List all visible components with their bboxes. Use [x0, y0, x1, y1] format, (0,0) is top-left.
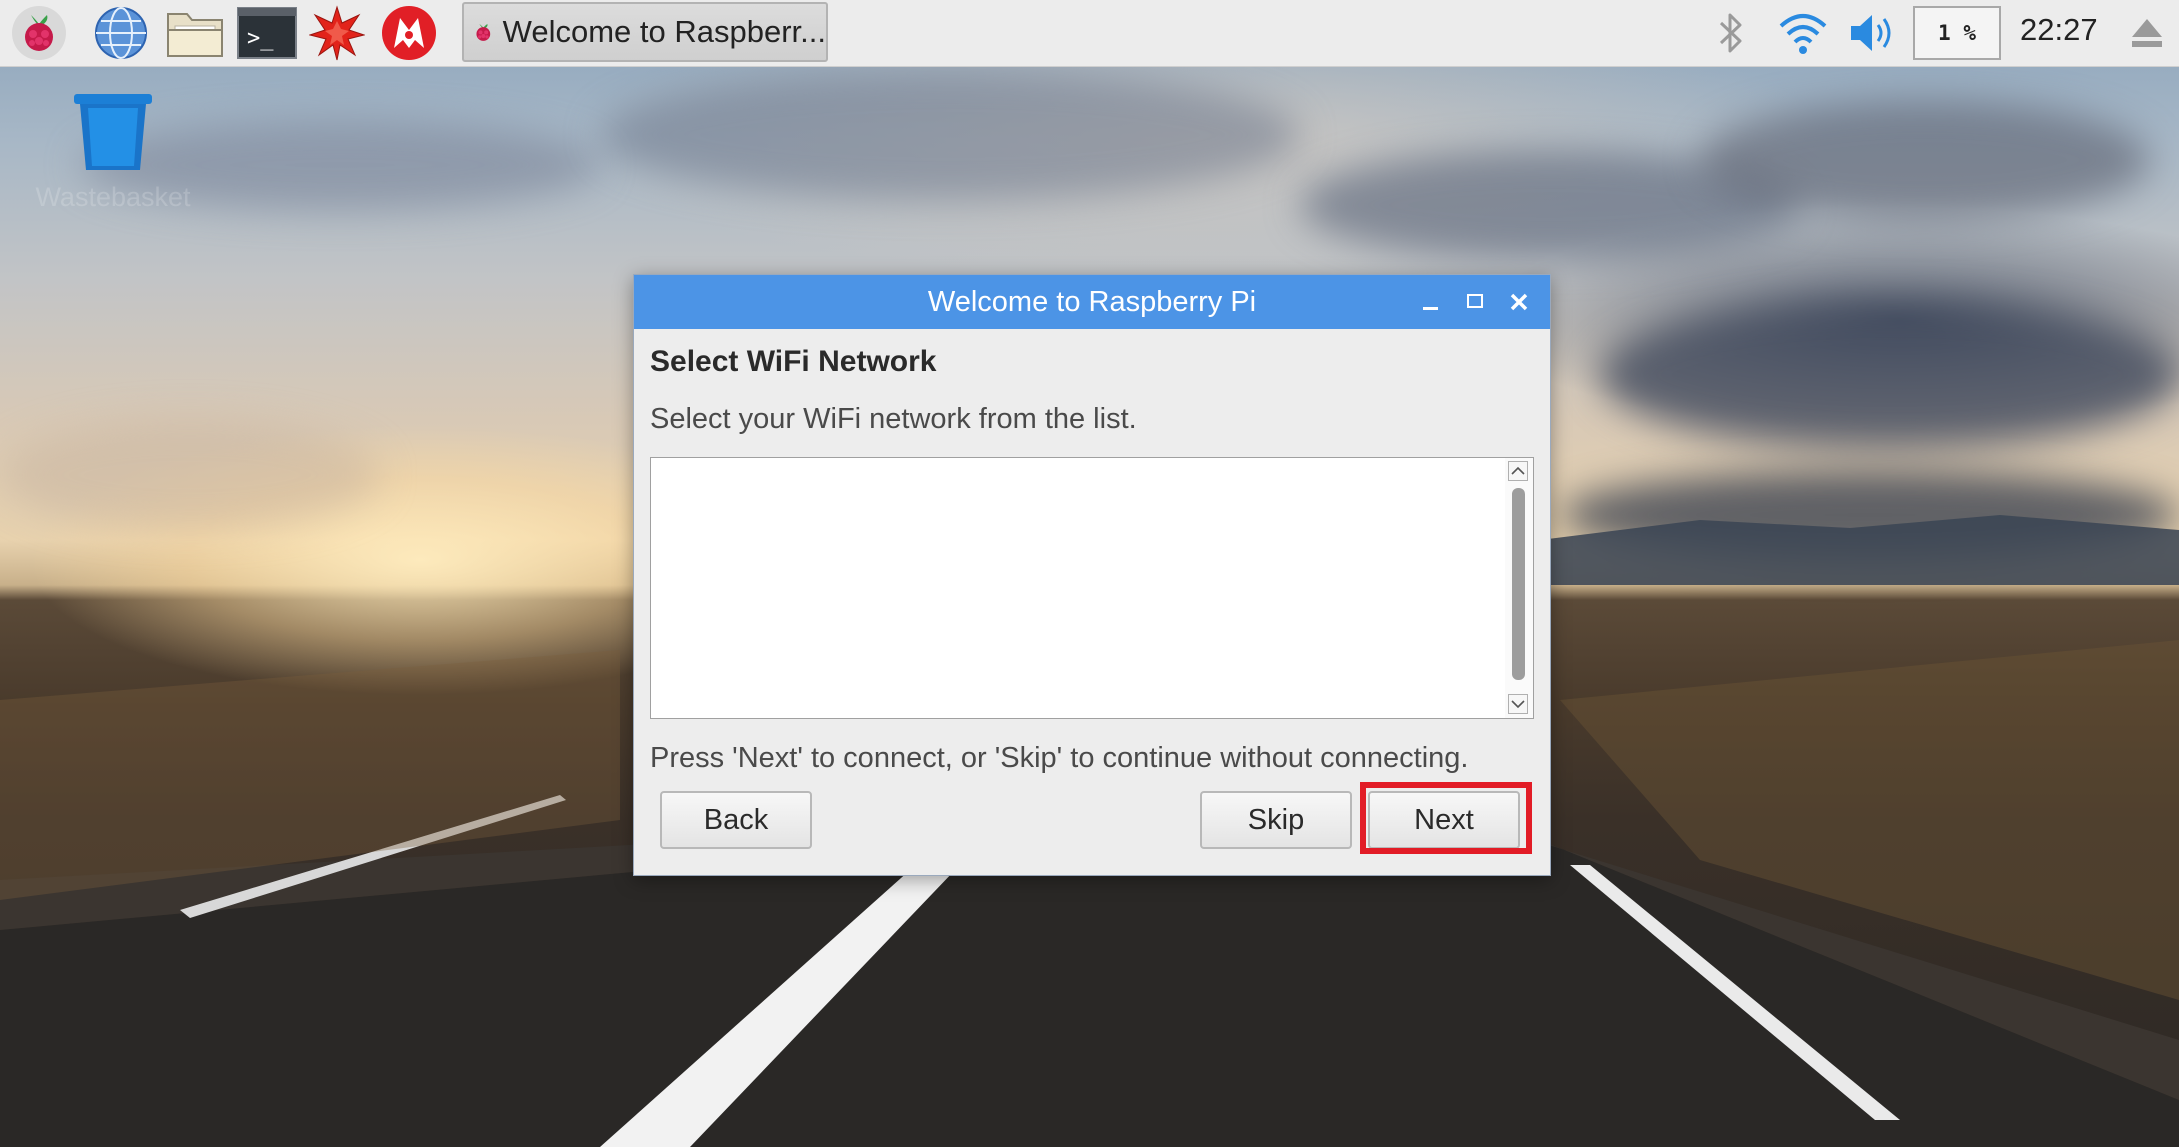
raspberry-menu-icon: [12, 6, 66, 60]
skip-button[interactable]: Skip: [1200, 791, 1352, 849]
web-browser-launcher[interactable]: [90, 5, 152, 61]
wastebasket-desktop-icon[interactable]: Wastebasket: [28, 90, 198, 220]
bluetooth-tray[interactable]: [1706, 8, 1756, 58]
dialog-heading: Select WiFi Network: [650, 345, 937, 378]
wolfram-icon: [382, 6, 436, 60]
desktop-screen: Wastebasket >_ Welcome to Raspberr... 1 …: [0, 0, 2179, 1147]
web-browser-icon: [95, 7, 147, 59]
cpu-usage-label: 1 %: [1938, 21, 1976, 45]
file-manager-icon: [167, 13, 223, 57]
dialog-description: Select your WiFi network from the list.: [650, 403, 1137, 435]
close-icon[interactable]: [1504, 287, 1534, 317]
raspberry-menu-button[interactable]: [8, 5, 70, 61]
bluetooth-icon: [1719, 13, 1742, 53]
eject-tray[interactable]: [2122, 8, 2172, 58]
scrollbar-thumb[interactable]: [1512, 488, 1525, 680]
eject-icon: [2132, 19, 2162, 47]
taskbar-window-label: Welcome to Raspberr...: [502, 14, 826, 49]
wifi-tray[interactable]: [1778, 8, 1828, 58]
trash-icon: [74, 94, 152, 170]
dialog-titlebar[interactable]: Welcome to Raspberry Pi: [634, 275, 1550, 329]
chevron-down-icon: [1511, 700, 1525, 709]
svg-text:>_: >_: [247, 26, 274, 51]
scroll-up-button[interactable]: [1508, 461, 1528, 481]
mathematica-launcher[interactable]: [306, 5, 368, 61]
minimize-icon[interactable]: [1416, 287, 1446, 317]
wastebasket-label: Wastebasket: [35, 182, 191, 212]
taskbar-window-button[interactable]: Welcome to Raspberr...: [462, 2, 828, 62]
top-panel: >_ Welcome to Raspberr... 1 % 22:27: [0, 0, 2179, 67]
network-list-scrollbar[interactable]: [1505, 458, 1533, 718]
raspberry-icon: [476, 23, 491, 41]
cpu-usage-monitor[interactable]: 1 %: [1913, 6, 2001, 60]
terminal-icon: >_: [237, 7, 297, 59]
next-button[interactable]: Next: [1368, 791, 1520, 849]
chevron-up-icon: [1511, 466, 1525, 475]
dialog-title: Welcome to Raspberry Pi: [927, 286, 1257, 318]
file-manager-launcher[interactable]: [164, 5, 226, 61]
maximize-icon[interactable]: [1460, 287, 1490, 317]
wolfram-launcher[interactable]: [378, 5, 440, 61]
terminal-launcher[interactable]: >_: [236, 5, 298, 61]
wifi-icon: [1779, 14, 1827, 54]
welcome-dialog: Welcome to Raspberry Pi Select WiFi Netw…: [633, 274, 1551, 876]
scroll-down-button[interactable]: [1508, 694, 1528, 714]
back-button[interactable]: Back: [660, 791, 812, 849]
volume-tray[interactable]: [1848, 8, 1898, 58]
mathematica-icon: [309, 5, 365, 61]
volume-icon: [1851, 15, 1891, 51]
clock[interactable]: 22:27: [2020, 12, 2098, 48]
dialog-hint: Press 'Next' to connect, or 'Skip' to co…: [650, 742, 1469, 774]
wifi-network-list[interactable]: [650, 457, 1534, 719]
